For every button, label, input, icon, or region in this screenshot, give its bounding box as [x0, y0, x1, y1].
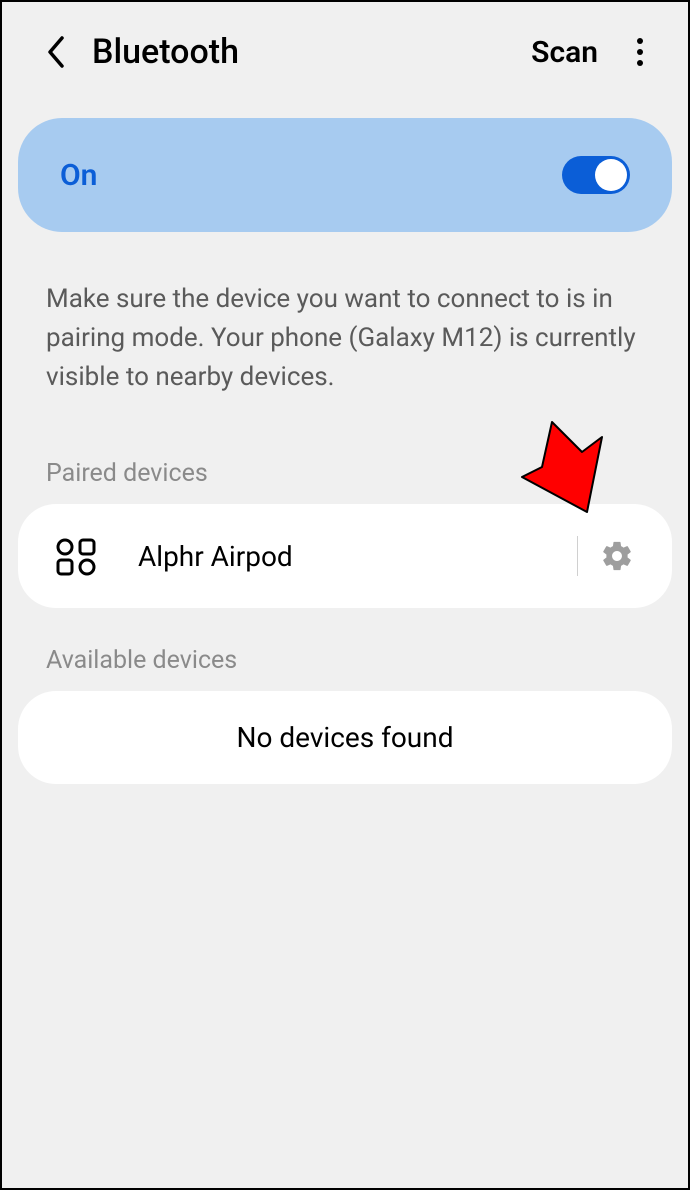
paired-devices-header: Paired devices [2, 397, 688, 504]
paired-device-row[interactable]: Alphr Airpod [18, 504, 672, 608]
available-devices-empty: No devices found [18, 691, 672, 784]
pairing-info-text: Make sure the device you want to connect… [2, 232, 688, 397]
back-button[interactable] [38, 34, 74, 70]
scan-button[interactable]: Scan [531, 35, 598, 70]
chevron-left-icon [46, 36, 66, 68]
bluetooth-toggle-card[interactable]: On [18, 118, 672, 232]
header-bar: Bluetooth Scan [2, 2, 688, 100]
device-name-label: Alphr Airpod [138, 540, 577, 573]
page-title: Bluetooth [92, 32, 531, 72]
toggle-label: On [60, 158, 97, 193]
more-vertical-icon [636, 37, 644, 67]
toggle-knob [595, 159, 627, 191]
earbuds-icon [54, 534, 98, 578]
gear-icon [600, 539, 634, 573]
available-devices-header: Available devices [2, 608, 688, 691]
toggle-switch[interactable] [562, 156, 630, 194]
divider [577, 536, 578, 576]
empty-state-label: No devices found [54, 721, 636, 754]
device-settings-button[interactable] [598, 537, 636, 575]
more-menu-button[interactable] [628, 34, 652, 70]
